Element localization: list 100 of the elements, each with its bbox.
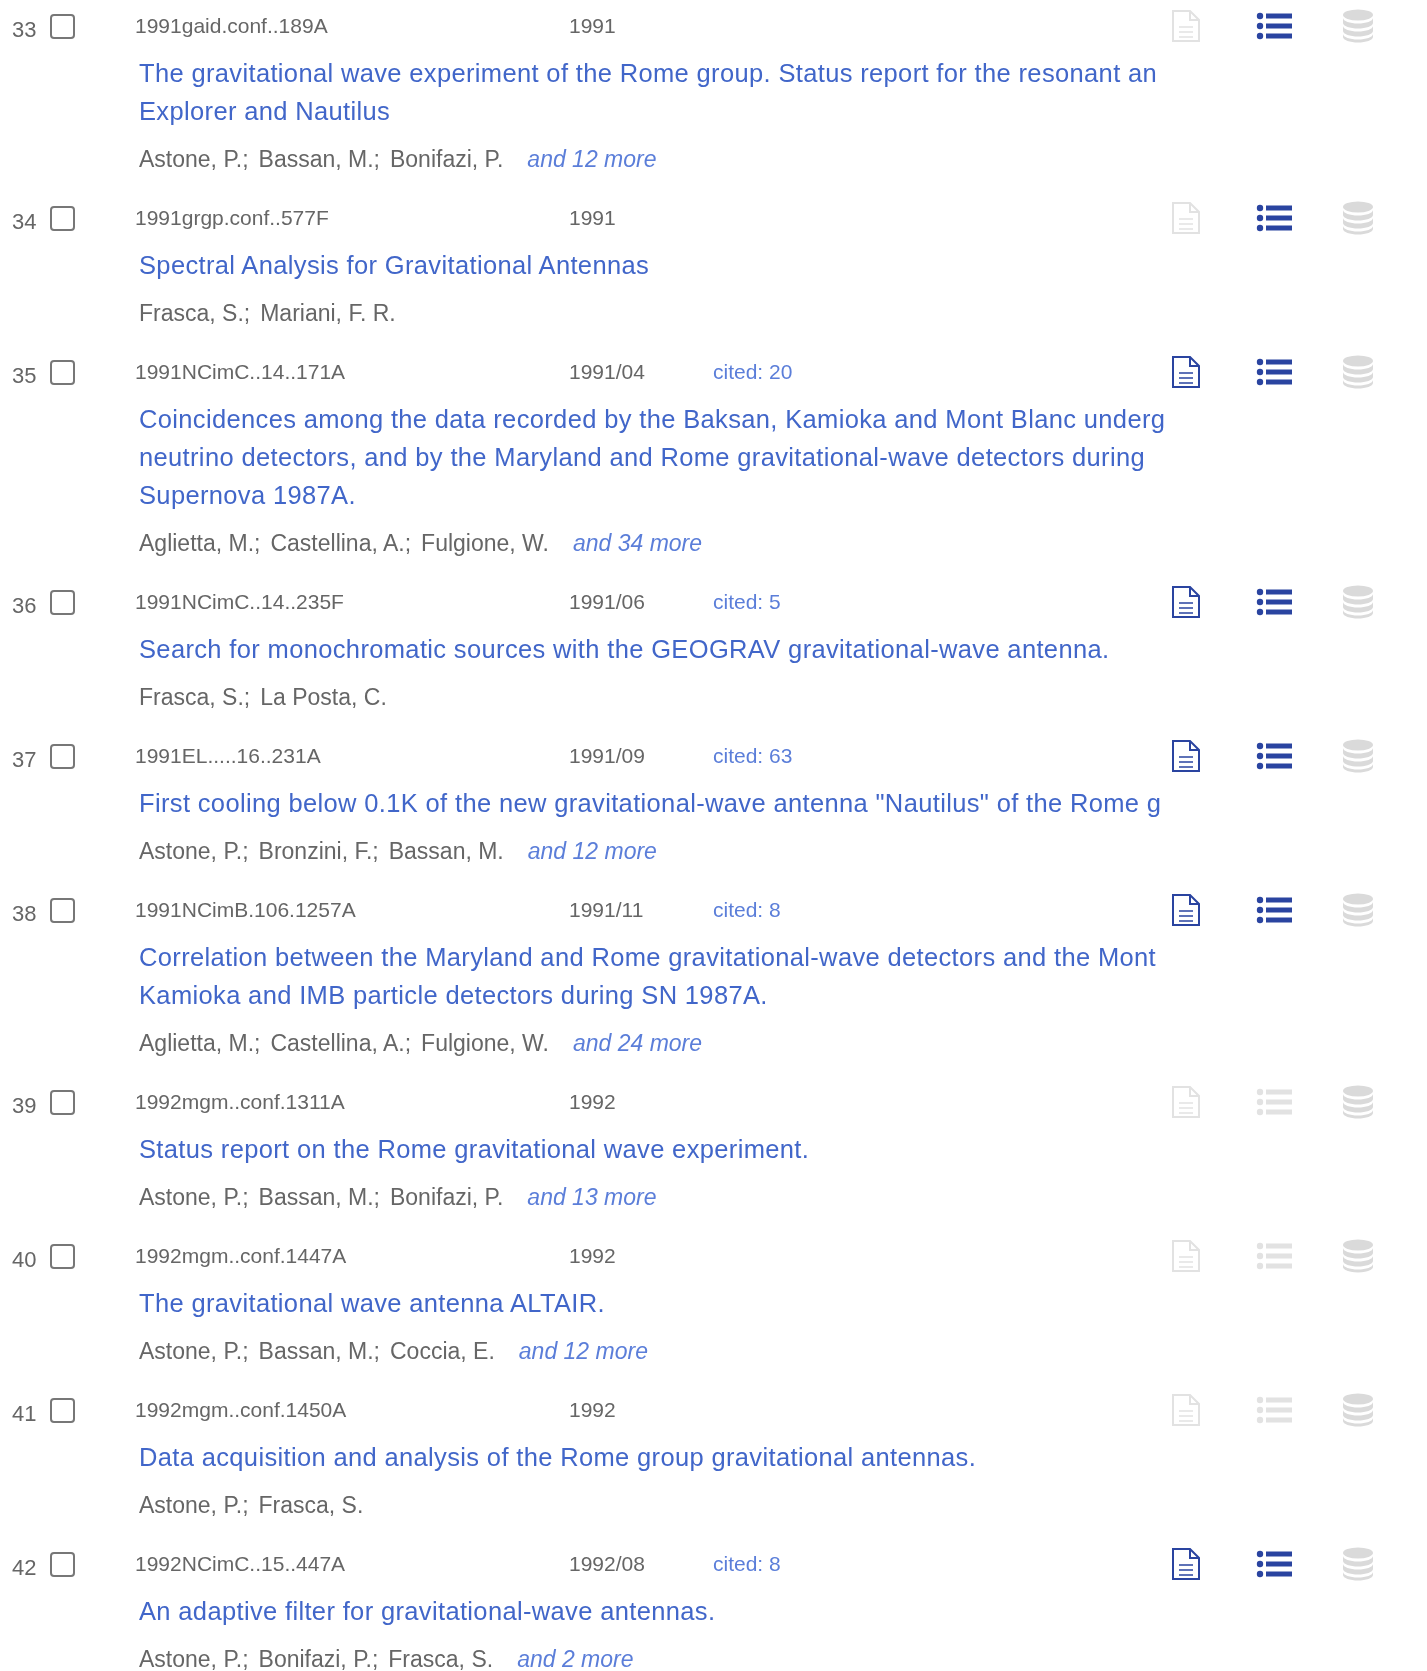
bibcode: 1991NCimC..14..171A — [135, 360, 347, 384]
result-number: 42 — [11, 1555, 38, 1581]
result-number: 37 — [11, 747, 38, 773]
checkbox[interactable] — [50, 589, 75, 615]
author-name: Fulgione, W. — [421, 1029, 549, 1057]
publication-date: 1991/09 — [569, 744, 646, 768]
document-icon[interactable] — [1171, 1547, 1201, 1581]
author-name: Bassan, M.; — [258, 145, 380, 173]
paper-title-link[interactable]: Correlation between the Maryland and Rome gravitational-wave detectors and the Mont Kamioka and IMB particle detectors during SN 1987A. — [139, 938, 1427, 1014]
publication-date: 1991 — [569, 206, 617, 230]
author-name: Bonifazi, P. — [390, 1183, 504, 1211]
bibcode: 1991EL.....16..231A — [135, 744, 322, 768]
more-authors-link[interactable]: and 12 more — [527, 837, 657, 865]
bibcode: 1992mgm..conf.1450A — [135, 1398, 348, 1422]
more-authors-link[interactable]: and 13 more — [527, 1183, 657, 1211]
author-name: Bassan, M.; — [258, 1337, 380, 1365]
paper-title-link[interactable]: An adaptive filter for gravitational-wave antennas. — [139, 1592, 1427, 1630]
bibcode: 1991grgp.conf..577F — [135, 206, 330, 230]
paper-title-link[interactable]: First cooling below 0.1K of the new gravitational-wave antenna "Nautilus" of the Rome g — [139, 784, 1427, 822]
citation-count-link[interactable]: cited: 5 — [713, 590, 781, 614]
bibcode: 1992NCimC..15..447A — [135, 1552, 347, 1576]
author-name: Castellina, A.; — [270, 1029, 412, 1057]
author-name: Coccia, E. — [390, 1337, 495, 1365]
more-authors-link[interactable]: and 12 more — [518, 1337, 648, 1365]
citation-count-link[interactable]: cited: 8 — [713, 1552, 781, 1576]
author-name: Bonifazi, P. — [390, 145, 504, 173]
document-icon[interactable] — [1171, 355, 1201, 389]
list-icon[interactable] — [1256, 1550, 1293, 1578]
checkbox[interactable] — [50, 359, 75, 385]
author-name: Bassan, M.; — [258, 1183, 380, 1211]
paper-title-link[interactable]: The gravitational wave antenna ALTAIR. — [139, 1284, 1427, 1322]
more-authors-link[interactable]: and 34 more — [572, 529, 703, 557]
author-name: Bronzini, F.; — [258, 837, 379, 865]
author-name: Bonifazi, P.; — [258, 1645, 379, 1671]
author-name: La Posta, C. — [260, 683, 387, 711]
list-icon[interactable] — [1256, 12, 1293, 40]
author-name: Fulgione, W. — [421, 529, 549, 557]
author-name: Frasca, S. — [388, 1645, 494, 1671]
document-icon[interactable] — [1171, 585, 1201, 619]
author-name: Astone, P.; — [139, 837, 249, 865]
paper-title-link[interactable]: Search for monochromatic sources with the GEOGRAV gravitational-wave antenna. — [139, 630, 1427, 668]
result-number: 33 — [11, 17, 38, 43]
author-name: Frasca, S.; — [139, 299, 251, 327]
publication-date: 1991/11 — [569, 898, 645, 922]
citation-count-link[interactable]: cited: 63 — [713, 744, 793, 768]
result-number: 39 — [11, 1093, 38, 1119]
result-number: 36 — [11, 593, 38, 619]
more-authors-link[interactable]: and 12 more — [527, 145, 657, 173]
result-number: 41 — [11, 1401, 38, 1427]
list-icon[interactable] — [1256, 358, 1293, 386]
paper-title-link[interactable]: Status report on the Rome gravitational wave experiment. — [139, 1130, 1427, 1168]
author-name: Aglietta, M.; — [139, 529, 261, 557]
result-number: 38 — [11, 901, 38, 927]
publication-date: 1992 — [569, 1398, 617, 1422]
author-name: Frasca, S.; — [139, 683, 251, 711]
citation-count-link[interactable]: cited: 20 — [713, 360, 793, 384]
checkbox[interactable] — [50, 13, 75, 39]
publication-date: 1992 — [569, 1090, 617, 1114]
bibcode: 1992mgm..conf.1311A — [135, 1090, 346, 1114]
checkbox[interactable] — [50, 1243, 75, 1269]
publication-date: 1991 — [569, 14, 617, 38]
checkbox[interactable] — [50, 897, 75, 923]
citation-count-link[interactable]: cited: 8 — [713, 898, 781, 922]
author-name: Astone, P.; — [139, 1645, 249, 1671]
publication-date: 1992 — [569, 1244, 617, 1268]
paper-title-link[interactable]: Spectral Analysis for Gravitational Antennas — [139, 246, 1427, 284]
author-name: Astone, P.; — [139, 1491, 249, 1519]
more-authors-link[interactable]: and 24 more — [572, 1029, 703, 1057]
checkbox[interactable] — [50, 1551, 75, 1577]
bibcode: 1992mgm..conf.1447A — [135, 1244, 348, 1268]
result-number: 40 — [11, 1247, 38, 1273]
checkbox[interactable] — [50, 743, 75, 769]
result-number: 34 — [11, 209, 38, 235]
author-name: Castellina, A.; — [270, 529, 412, 557]
author-name: Frasca, S. — [258, 1491, 364, 1519]
author-name: Bassan, M. — [388, 837, 504, 865]
bibcode: 1991NCimB.106.1257A — [135, 898, 357, 922]
result-number: 35 — [11, 363, 38, 389]
bibcode: 1991NCimC..14..235F — [135, 590, 345, 614]
checkbox[interactable] — [50, 1089, 75, 1115]
checkbox[interactable] — [50, 1397, 75, 1423]
list-icon[interactable] — [1256, 896, 1293, 924]
list-icon[interactable] — [1256, 742, 1293, 770]
author-name: Astone, P.; — [139, 1183, 249, 1211]
bibcode: 1991gaid.conf..189A — [135, 14, 329, 38]
document-icon[interactable] — [1171, 893, 1201, 927]
publication-date: 1991/06 — [569, 590, 646, 614]
document-icon[interactable] — [1171, 739, 1201, 773]
list-icon[interactable] — [1256, 588, 1293, 616]
paper-title-link[interactable]: Data acquisition and analysis of the Rome group gravitational antennas. — [139, 1438, 1427, 1476]
paper-title-link[interactable]: Coincidences among the data recorded by the Baksan, Kamioka and Mont Blanc underg neutrino detectors, and by the Maryland and Rome gravitational-wave detectors during Supernova 1987A. — [139, 400, 1427, 514]
author-name: Mariani, F. R. — [260, 299, 396, 327]
publication-date: 1992/08 — [569, 1552, 646, 1576]
author-name: Astone, P.; — [139, 1337, 249, 1365]
more-authors-link[interactable]: and 2 more — [517, 1645, 634, 1671]
author-name: Astone, P.; — [139, 145, 249, 173]
author-name: Aglietta, M.; — [139, 1029, 261, 1057]
list-icon[interactable] — [1256, 204, 1293, 232]
checkbox[interactable] — [50, 205, 75, 231]
paper-title-link[interactable]: The gravitational wave experiment of the Rome group. Status report for the resonant an Explorer and Nautilus — [139, 54, 1427, 130]
